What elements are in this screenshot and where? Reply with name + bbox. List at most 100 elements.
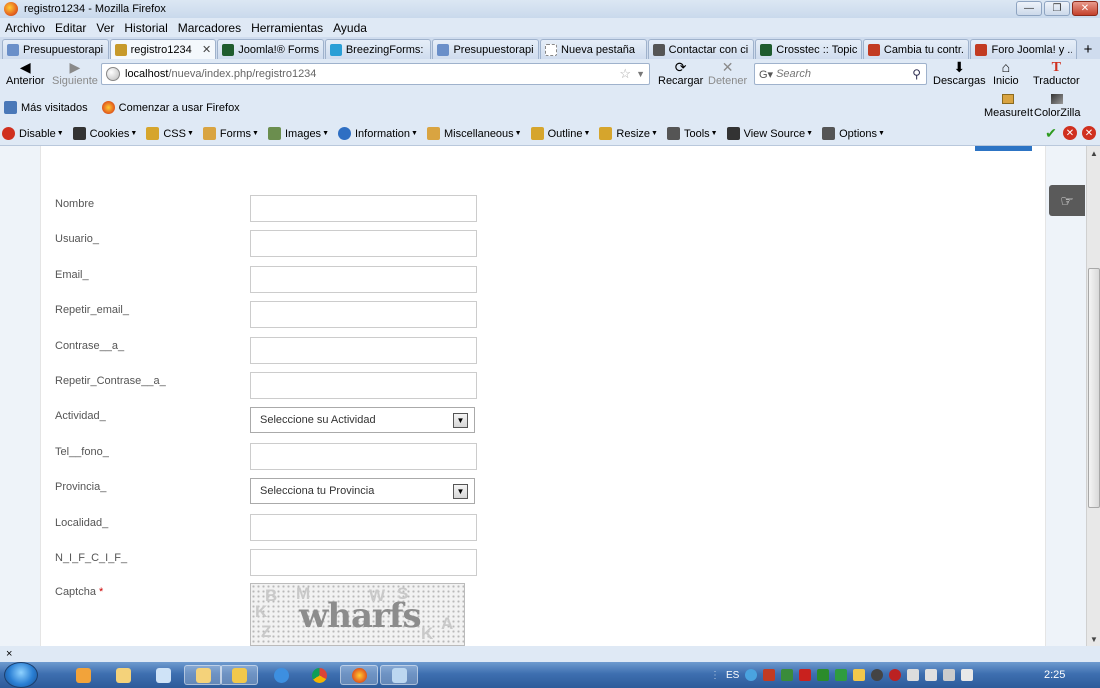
vertical-scrollbar[interactable]: ▲ ▼	[1086, 146, 1100, 646]
input-email[interactable]	[250, 266, 477, 293]
input-repetir-contrase-a[interactable]	[250, 372, 477, 399]
tray-app-icon[interactable]	[763, 669, 776, 681]
bookmark-getting-started[interactable]: Comenzar a usar Firefox	[101, 101, 240, 114]
devbar-menu-view-source[interactable]: View Source ▼	[726, 127, 813, 140]
input-tel-fono[interactable]	[250, 443, 477, 470]
input-contrase-a[interactable]	[250, 337, 477, 364]
restore-button[interactable]: ❐	[1044, 1, 1070, 16]
browser-tab[interactable]: Presupuestorapi...	[432, 39, 540, 59]
close-tab-icon[interactable]: ✕	[202, 43, 211, 56]
taskbar-window[interactable]	[380, 665, 418, 685]
browser-tab[interactable]: Foro Joomla! y ...	[970, 39, 1078, 59]
network-globe-icon[interactable]	[745, 669, 758, 681]
input-n-i-f-c-i-f[interactable]	[250, 549, 477, 576]
input-nombre[interactable]	[250, 195, 477, 222]
clock[interactable]: 2:25	[1044, 669, 1065, 681]
browser-tab[interactable]: Nueva pestaña	[540, 39, 647, 59]
devbar-menu-css[interactable]: CSS ▼	[146, 127, 194, 140]
select-arrow-icon[interactable]: ▼	[453, 484, 468, 499]
tray-app-icon[interactable]	[835, 669, 848, 681]
device-icon[interactable]	[925, 669, 938, 681]
devbar-menu-options[interactable]: Options ▼	[822, 127, 885, 140]
taskbar-folders[interactable]	[184, 665, 222, 685]
browser-tab[interactable]: Crosstec :: Topic...	[755, 39, 862, 59]
browser-tab[interactable]: Presupuestorapi...	[2, 39, 109, 59]
menu-item-ver[interactable]: Ver	[96, 21, 114, 35]
minimize-button[interactable]: —	[1016, 1, 1042, 16]
reload-button[interactable]: ⟳ Recargar	[658, 60, 703, 88]
forward-button[interactable]: ▶ Siguiente	[52, 60, 98, 88]
bookmark-star-icon[interactable]: ☆	[619, 66, 631, 82]
devbar-menu-tools[interactable]: Tools ▼	[666, 127, 718, 140]
input-localidad[interactable]	[250, 514, 477, 541]
devbar-menu-disable[interactable]: Disable ▼	[2, 127, 64, 140]
devbar-menu-outline[interactable]: Outline ▼	[530, 127, 590, 140]
devbar-menu-cookies[interactable]: Cookies ▼	[72, 127, 137, 140]
select-arrow-icon[interactable]: ▼	[453, 413, 468, 428]
close-window-button[interactable]: ✕	[1072, 1, 1098, 16]
tray-app-icon[interactable]	[871, 669, 884, 681]
devbar-menu-resize[interactable]: Resize ▼	[599, 127, 658, 140]
tray-app-icon[interactable]	[781, 669, 794, 681]
browser-tab[interactable]: Joomla!® Forms...	[217, 39, 324, 59]
taskbar-media-player[interactable]	[64, 665, 102, 685]
volume-icon[interactable]	[961, 669, 974, 681]
valid-check-icon[interactable]: ✔	[1044, 125, 1058, 141]
scroll-up-arrow-icon[interactable]: ▲	[1087, 146, 1100, 160]
search-input[interactable]	[776, 68, 897, 80]
menu-item-editar[interactable]: Editar	[55, 21, 86, 35]
search-bar[interactable]: G▾ ⚲	[754, 63, 927, 85]
start-button[interactable]	[4, 662, 38, 688]
taskbar-app-active[interactable]	[220, 665, 258, 685]
colorzilla-button[interactable]: ColorZilla	[1034, 94, 1080, 119]
home-button[interactable]: ⌂ Inicio	[993, 60, 1019, 88]
scrollbar-thumb[interactable]	[1088, 268, 1100, 508]
scroll-down-arrow-icon[interactable]: ▼	[1087, 632, 1100, 646]
select-provincia[interactable]: Selecciona tu Provincia ▼	[250, 478, 475, 504]
devbar-menu-images[interactable]: Images ▼	[267, 127, 329, 140]
close-bar-icon[interactable]: ×	[6, 648, 12, 660]
back-button[interactable]: ◀ Anterior	[6, 60, 45, 88]
search-engine-icon[interactable]: G▾	[759, 68, 773, 81]
taskbar-chrome[interactable]	[300, 665, 338, 685]
downloads-button[interactable]: ⬇ Descargas	[933, 60, 986, 88]
taskbar-notepad[interactable]	[144, 665, 182, 685]
menu-item-herramientas[interactable]: Herramientas	[251, 21, 323, 35]
side-feedback-tab[interactable]: ☞	[1049, 185, 1085, 216]
tray-app-icon[interactable]	[853, 669, 866, 681]
browser-tab[interactable]: Contactar con ci...	[647, 39, 755, 59]
stop-button[interactable]: ✕ Detener	[708, 60, 747, 88]
select-actividad[interactable]: Seleccione su Actividad ▼	[250, 407, 475, 433]
menu-item-historial[interactable]: Historial	[124, 21, 167, 35]
menu-item-marcadores[interactable]: Marcadores	[178, 21, 241, 35]
taskbar-ie[interactable]	[262, 665, 300, 685]
browser-tab[interactable]: BreezingForms: ...	[324, 39, 432, 59]
new-tab-button[interactable]: +	[1078, 39, 1098, 59]
signal-icon[interactable]	[943, 669, 956, 681]
measureit-button[interactable]: MeasureIt	[984, 94, 1033, 119]
url-dropdown-icon[interactable]: ▼	[636, 69, 645, 79]
url-bar[interactable]: localhost/nueva/index.php/registro1234 ☆…	[101, 63, 650, 85]
flag-icon[interactable]	[907, 669, 920, 681]
site-identity-icon[interactable]	[106, 67, 120, 81]
translator-button[interactable]: T Traductor	[1033, 60, 1080, 87]
taskbar-firefox[interactable]	[340, 665, 378, 685]
devbar-menu-miscellaneous[interactable]: Miscellaneous ▼	[426, 127, 522, 140]
close-toolbar-icon[interactable]: ✕	[1082, 126, 1096, 140]
bookmark-most-visited[interactable]: Más visitados	[4, 101, 88, 114]
browser-tab[interactable]: Cambia tu contr...	[862, 39, 970, 59]
tray-app-icon[interactable]	[817, 669, 830, 681]
input-repetir-email[interactable]	[250, 301, 477, 328]
devbar-menu-forms[interactable]: Forms ▼	[202, 127, 259, 140]
error-icon[interactable]: ✕	[1063, 126, 1077, 140]
menu-item-archivo[interactable]: Archivo	[5, 21, 45, 35]
antivirus-icon[interactable]	[889, 669, 902, 681]
acrobat-icon[interactable]	[799, 669, 812, 681]
search-icon[interactable]: ⚲	[912, 67, 921, 81]
browser-tab[interactable]: registro1234 ✕	[109, 39, 217, 59]
menu-item-ayuda[interactable]: Ayuda	[333, 21, 367, 35]
language-indicator[interactable]: ES	[726, 670, 739, 681]
input-usuario[interactable]	[250, 230, 477, 257]
taskbar-explorer[interactable]	[104, 665, 142, 685]
devbar-menu-information[interactable]: Information ▼	[338, 127, 418, 140]
